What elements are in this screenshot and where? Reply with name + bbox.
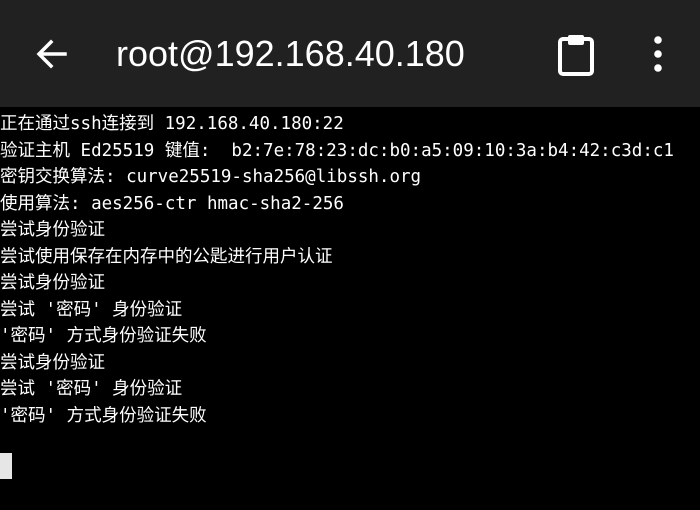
terminal-line: 尝试使用保存在内存中的公匙进行用户认证 (0, 246, 333, 267)
terminal-line: 尝试身份验证 (0, 273, 105, 293)
ssh-terminal-app: root@192.168.40.180 正在通过ssh连接到 192.168.4… (0, 0, 700, 510)
overflow-menu-button[interactable] (626, 22, 690, 86)
terminal-line: 尝试身份验证 (0, 352, 105, 373)
terminal-output[interactable]: 正在通过ssh连接到 192.168.40.180:22 验证主机 Ed25519… (0, 107, 700, 510)
terminal-line: '密码' 方式身份验证失败 (0, 405, 207, 426)
terminal-line: '密码' 方式身份验证失败 (0, 326, 207, 346)
clipboard-button[interactable] (544, 22, 608, 86)
terminal-line: 尝试 '密码' 身份验证 (0, 379, 183, 399)
terminal-text: 正在通过ssh连接到 192.168.40.180:22 验证主机 Ed25519… (0, 111, 698, 429)
terminal-line: 正在通过ssh连接到 192.168.40.180:22 (0, 114, 344, 134)
connection-title: root@192.168.40.180 (116, 33, 465, 74)
terminal-line: 使用算法: aes256-ctr hmac-sha2-256 (0, 193, 344, 214)
arrow-back-icon (36, 39, 67, 69)
terminal-cursor (0, 453, 12, 479)
terminal-line: 尝试身份验证 (0, 220, 105, 240)
more-vert-icon (654, 36, 662, 72)
terminal-line: 密钥交换算法: curve25519-sha256@libssh.org (0, 167, 422, 187)
app-toolbar: root@192.168.40.180 (0, 0, 700, 107)
clipboard-icon (558, 35, 594, 76)
back-button[interactable] (20, 22, 84, 86)
terminal-line: 尝试 '密码' 身份验证 (0, 299, 183, 320)
terminal-line: 验证主机 Ed25519 键值: b2:7e:78:23:dc:b0:a5:09… (0, 140, 674, 161)
